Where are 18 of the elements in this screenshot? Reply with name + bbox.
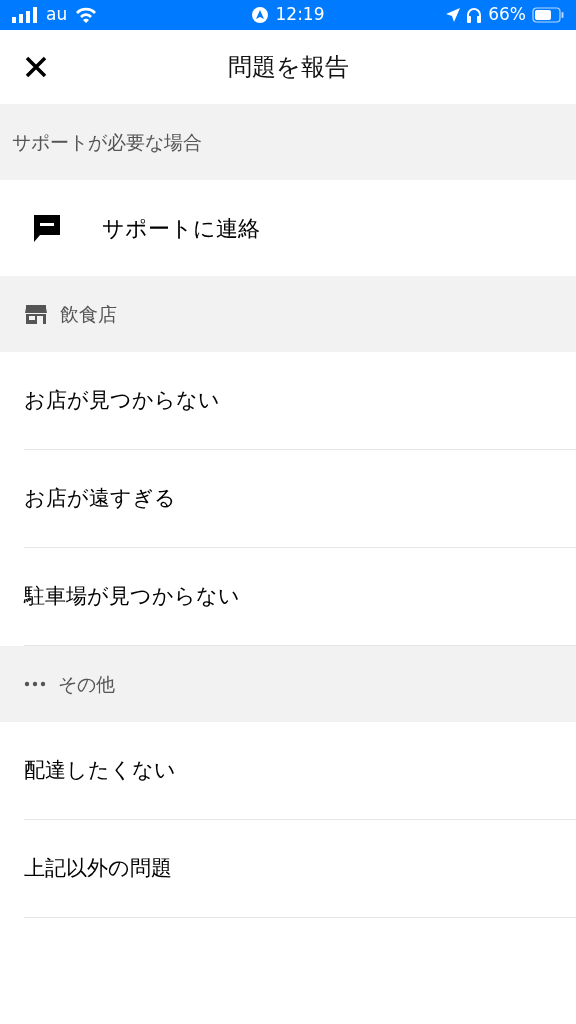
page-title: 問題を報告 (227, 52, 349, 83)
battery-icon (532, 7, 564, 23)
carrier-name: au (46, 3, 68, 27)
location-arrow-icon (446, 8, 461, 22)
signal-icon (12, 7, 38, 23)
chat-icon (32, 213, 62, 243)
headphones-icon (466, 7, 483, 23)
close-icon (25, 56, 47, 78)
section-title: その他 (58, 671, 115, 697)
wifi-icon (75, 7, 98, 23)
more-icon (24, 681, 46, 687)
store-icon (24, 303, 48, 325)
battery-percent: 66% (488, 3, 526, 27)
section-title: 飲食店 (60, 301, 117, 327)
navigation-icon (251, 7, 268, 23)
clock-time: 12:19 (275, 3, 325, 27)
section-title: サポートが必要な場合 (12, 129, 202, 155)
list-item[interactable]: 上記以外の問題 (24, 820, 576, 918)
